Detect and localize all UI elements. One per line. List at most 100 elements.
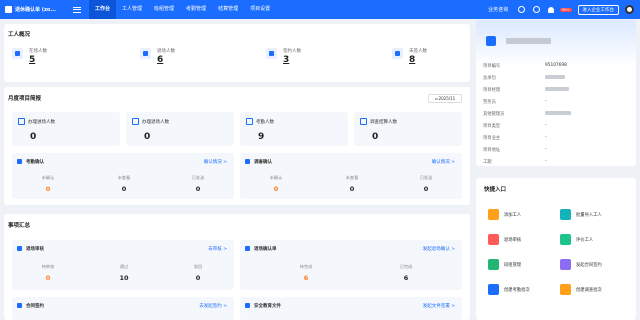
stat-value[interactable]: 6 [157,55,175,65]
info-value: - [545,147,547,152]
quick-label: 创建调查批次 [576,287,602,293]
info-label: 工期 [483,160,492,165]
col-label: 通过 [119,264,129,269]
col-value[interactable]: 0 [178,274,218,282]
avatar[interactable] [625,5,634,14]
stat-exited[interactable]: 退场人数 6 [140,48,175,65]
card-value: 0 [372,132,379,142]
panel-title: 调查确认 [254,160,272,165]
info-label: 项目地址 [483,148,501,153]
calendar-check-icon [488,284,499,295]
info-value-redacted [545,111,571,117]
col-value[interactable]: 0 [28,185,68,193]
stat-value[interactable]: 3 [283,55,301,65]
team-icon [488,259,499,270]
stat-onsite[interactable]: 在场人数 5 [12,48,47,65]
col-value[interactable]: 0 [332,185,372,193]
initiate-exit-confirm-link[interactable]: 发起退场确认 > [423,246,455,252]
nav-workbench[interactable]: 工作台 [89,0,117,19]
card-label: 调查结算人数 [370,120,397,125]
initiate-contract-link[interactable]: 去发起签约 > [199,303,227,309]
card-value: 0 [30,132,37,142]
enterprise-workbench-button[interactable]: 进入企业工作台 [577,4,619,15]
add-user-icon [488,209,499,220]
nav-teams[interactable]: 班组管理 [148,0,180,19]
stat-value[interactable]: 8 [409,55,427,65]
info-value-redacted [545,75,565,81]
initiate-file-sign-link[interactable]: 发起文件签署 > [423,303,455,309]
menu-icon[interactable] [73,6,81,13]
stat-label: 签约人数 [283,49,301,54]
col-value[interactable]: 0 [28,274,68,282]
info-value: 95107698 [545,63,567,68]
quick-initiate-contract[interactable]: 发起合同签约 [560,259,602,270]
info-label: 项目经理 [483,88,501,93]
bell-icon[interactable] [548,6,555,13]
review-icon [17,246,22,251]
info-label: 项目业主 [483,136,501,141]
phone-icon[interactable] [533,6,541,13]
card-value: 0 [144,132,151,142]
monthly-stat-card[interactable]: 办理进场人数 0 [12,112,120,146]
go-review-link[interactable]: 去审核 > [208,246,227,252]
attendance-icon [246,118,253,125]
stat-value[interactable]: 5 [29,55,47,65]
settlement-icon [245,159,250,164]
col-value[interactable]: 0 [406,185,446,193]
col-value[interactable]: 6 [386,274,426,282]
quick-add-worker[interactable]: 添加工人 [488,209,521,220]
survey-icon [560,284,571,295]
col-value[interactable]: 0 [178,185,218,193]
nav-attendance[interactable]: 考勤管理 [180,0,212,19]
notification-badge[interactable]: 99+ [560,7,572,12]
logo-icon [5,6,12,13]
quick-team-manage[interactable]: 班组管理 [488,259,521,270]
monthly-stat-card[interactable]: 调查结算人数 0 [354,112,462,146]
panel-title: 合同签约 [26,304,44,309]
quick-batch-import[interactable]: 批量导入工人 [560,209,602,220]
col-label: 已完成 [399,264,413,269]
nav-workers[interactable]: 工人管理 [116,0,148,19]
stat-signed[interactable]: 签约人数 3 [266,48,301,65]
monthly-stat-card[interactable]: 办理退场人数 0 [126,112,234,146]
panel-title: 安全教育文件 [254,304,281,309]
attendance-icon [17,159,22,164]
quick-label: 退场审核 [504,237,522,243]
panel-title: 考勤确认 [26,160,44,165]
quick-label: 创建考勤批次 [504,287,530,293]
app-logo[interactable]: 退休确认单 (zo... [5,6,65,13]
contract-icon [560,259,571,270]
contract-icon [17,303,22,308]
user-exit-icon [140,48,151,59]
building-icon [486,36,496,46]
panel-title: 退场审核 [26,247,44,252]
col-value[interactable]: 10 [104,274,144,282]
quick-rate-worker[interactable]: 评价工人 [560,234,593,245]
nav-project-settings[interactable]: 项目设置 [244,0,276,19]
quick-create-survey-batch[interactable]: 创建调查批次 [560,284,602,295]
nav-settlement[interactable]: 结算管理 [212,0,244,19]
info-value: - [545,99,547,104]
stat-label: 在场人数 [29,49,47,54]
monthly-stat-card[interactable]: 考勤人数 9 [240,112,348,146]
month-picker[interactable]: ▭ 2025/11 [428,94,462,103]
settlement-confirm-link[interactable]: 确认情况 > [432,159,455,165]
info-value: - [545,135,547,140]
attendance-confirm-panel: 考勤确认 确认情况 > 未确认 0 未查看 0 已发送 0 [12,153,234,199]
col-label: 待审核 [41,264,55,269]
quick-exit-review[interactable]: 退场审核 [488,234,521,245]
attendance-confirm-link[interactable]: 确认情况 > [204,159,227,165]
stat-unsigned[interactable]: 未签人数 8 [392,48,427,65]
users-icon [12,48,23,59]
app-title: 退休确认单 (zo... [15,7,57,13]
quick-label: 批量导入工人 [576,212,602,218]
settlement-icon [360,118,367,125]
rate-icon [560,234,571,245]
quick-create-attendance-batch[interactable]: 创建考勤批次 [488,284,530,295]
col-value[interactable]: 0 [256,185,296,193]
col-value[interactable]: 0 [104,185,144,193]
help-link[interactable]: 业务咨询 [488,6,508,13]
help-icon[interactable] [518,6,526,13]
col-value[interactable]: 6 [286,274,326,282]
overview-title: 工人概况 [8,32,31,38]
